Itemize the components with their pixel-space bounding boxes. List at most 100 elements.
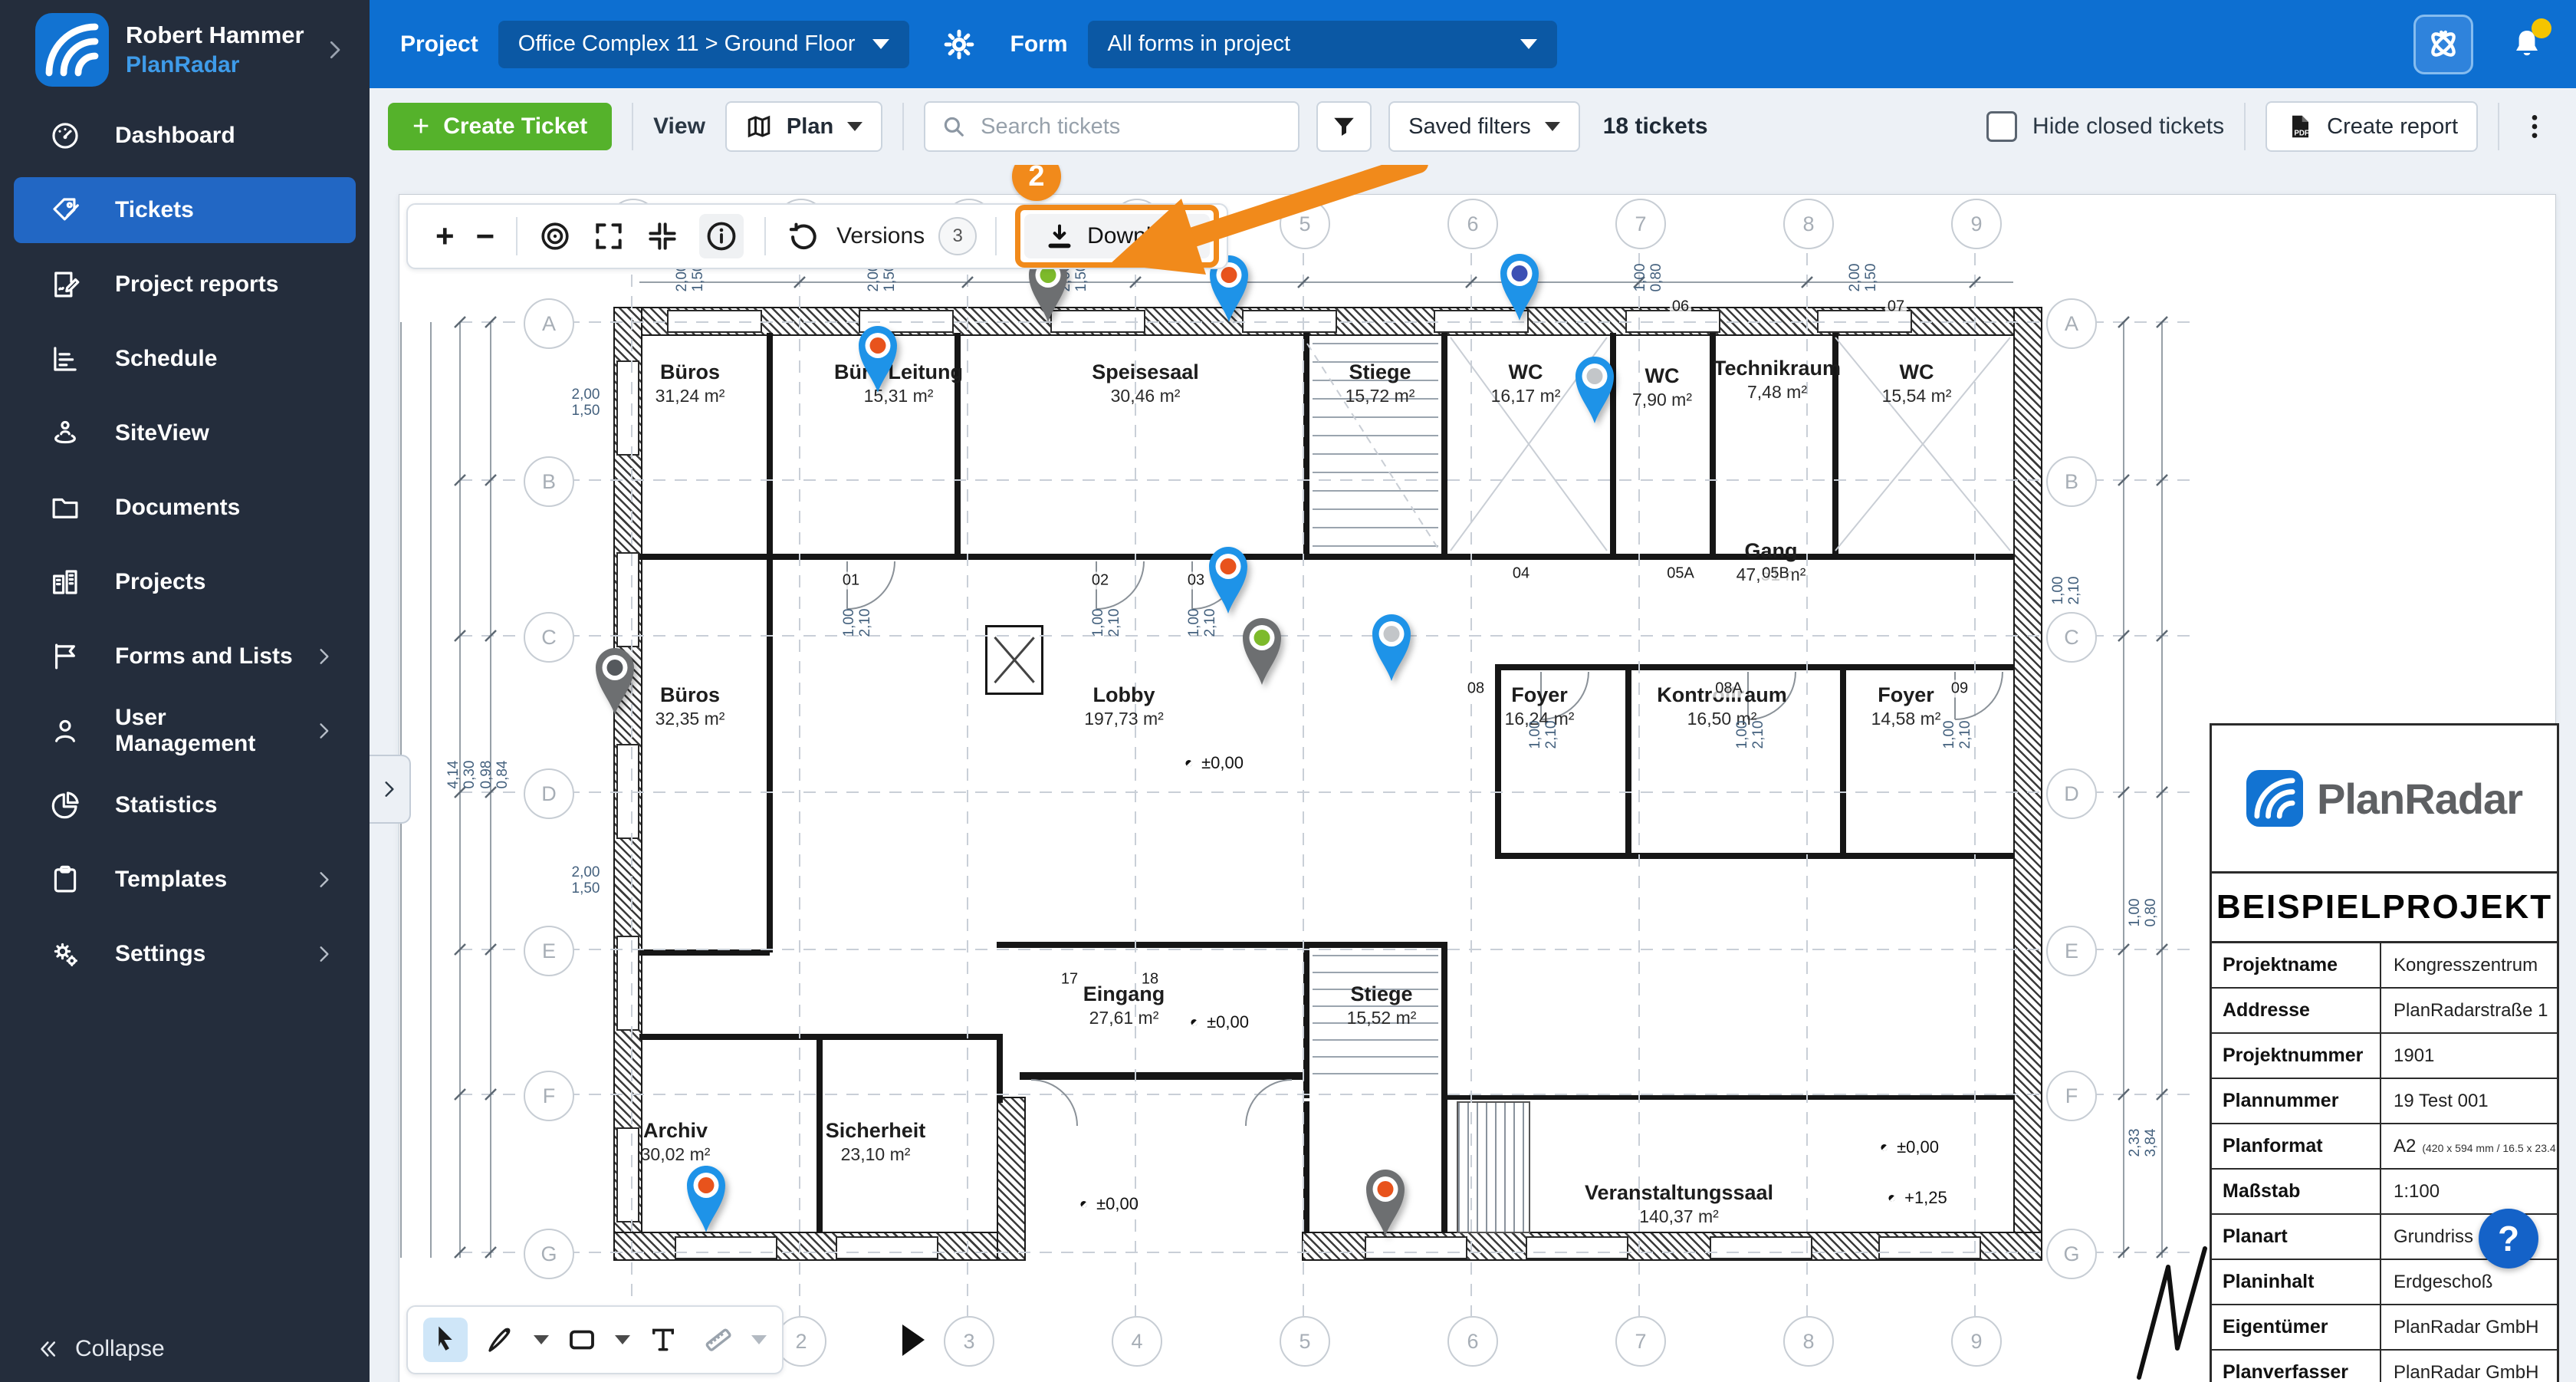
svg-text:PDF: PDF: [2295, 129, 2310, 137]
room-area: 31,24 m²: [655, 386, 725, 406]
sidebar-item-forms-and-lists[interactable]: Forms and Lists: [14, 624, 356, 689]
exterior-wall: [2013, 307, 2042, 1261]
hide-closed-checkbox[interactable]: [1986, 111, 2018, 142]
shape-tool-caret[interactable]: [615, 1335, 630, 1344]
versions-count-badge: 3: [938, 217, 978, 255]
shaft: [985, 625, 1043, 695]
grid-row-left: C: [524, 612, 574, 663]
visibility-icon[interactable]: [538, 219, 572, 253]
door-number: 06: [1669, 298, 1692, 316]
fullscreen-icon[interactable]: [592, 219, 626, 253]
grid-column-top: 8: [1783, 199, 1834, 249]
view-mode-dropdown[interactable]: Plan: [724, 101, 883, 152]
room-area: 7,48 m²: [1747, 382, 1807, 402]
sidebar-item-user-management[interactable]: User Management: [14, 698, 356, 764]
help-button[interactable]: ?: [2479, 1209, 2538, 1268]
collapse-button[interactable]: Collapse: [35, 1336, 165, 1362]
ticket-pin-blue-orange[interactable]: [1204, 542, 1253, 616]
pie-icon: [49, 789, 81, 821]
pen-tool-caret[interactable]: [534, 1335, 549, 1344]
measure-tool-button[interactable]: [696, 1318, 741, 1362]
filter-button[interactable]: [1316, 101, 1372, 152]
titleblock-logo: PlanRadar: [2212, 726, 2557, 871]
level-value: ±0,00: [1897, 1137, 1939, 1157]
download-button[interactable]: Download: [1024, 214, 1210, 258]
chevron-right-icon: [311, 867, 336, 892]
create-ticket-button[interactable]: + Create Ticket: [388, 103, 613, 150]
versions-label[interactable]: Versions: [836, 223, 925, 249]
interior-wall: [767, 333, 773, 557]
level-value: ±0,00: [1207, 1012, 1249, 1032]
sidebar-item-dashboard[interactable]: Dashboard: [14, 103, 356, 169]
interior-wall: [816, 1038, 823, 1233]
notifications-button[interactable]: [2509, 18, 2551, 64]
search-box: [924, 101, 1300, 152]
plan-canvas[interactable]: 112233445566778899AABBCCDDEEFFGGBüros31,…: [0, 0, 2576, 1382]
sidebar-item-statistics[interactable]: Statistics: [14, 772, 356, 838]
titleblock-field-value: Kongresszentrum: [2394, 954, 2538, 976]
interior-wall: [1495, 853, 2013, 859]
sidebar-item-siteview[interactable]: SiteView: [14, 400, 356, 466]
measure-tool-caret[interactable]: [751, 1335, 767, 1344]
zoom-in-button[interactable]: +: [425, 220, 465, 252]
versions-history-icon[interactable]: [787, 219, 820, 253]
ticket-pin-blue-silver[interactable]: [1367, 610, 1416, 683]
saved-filters-dropdown[interactable]: Saved filters: [1388, 101, 1580, 152]
pen-tool-button[interactable]: [478, 1318, 523, 1362]
dimension-label: 2,001,50: [571, 387, 600, 419]
select-tool-button[interactable]: [423, 1318, 468, 1362]
divider: [2498, 103, 2499, 150]
search-icon: [941, 114, 967, 140]
ticket-pin-gray-orange[interactable]: [1361, 1165, 1410, 1239]
project-selector-value: Office Complex 11 > Ground Floor: [518, 31, 856, 56]
dimension-label: 4,14 0,30: [445, 760, 478, 789]
expand-panel-tab[interactable]: [368, 755, 411, 824]
sidebar-item-schedule[interactable]: Schedule: [14, 326, 356, 392]
saved-filters-label: Saved filters: [1408, 114, 1531, 139]
sidebar-item-tickets[interactable]: Tickets: [14, 177, 356, 243]
window: [1526, 1236, 1628, 1259]
fit-to-screen-icon[interactable]: [646, 219, 679, 253]
caret-down-icon: [847, 122, 863, 131]
sidebar-item-label: Statistics: [115, 792, 218, 818]
project-settings-gear-icon[interactable]: [941, 27, 977, 62]
ticket-pin-blue-silver[interactable]: [1570, 352, 1619, 426]
marketplace-button[interactable]: [2413, 14, 2473, 74]
shape-tool-button[interactable]: [560, 1318, 604, 1362]
gears-icon: [49, 938, 81, 970]
user-menu[interactable]: Robert Hammer PlanRadar: [0, 0, 370, 100]
titleblock-field-value: Grundriss: [2394, 1226, 2474, 1247]
sidebar-item-projects[interactable]: Projects: [14, 549, 356, 615]
interior-wall: [1495, 664, 2013, 670]
titleblock-row: Addresse PlanRadarstraße 1: [2212, 989, 2557, 1034]
sidebar-item-project-reports[interactable]: Project reports: [14, 252, 356, 318]
sidebar-item-settings[interactable]: Settings: [14, 921, 356, 987]
marketplace-icon: [2423, 25, 2463, 64]
sidebar-item-documents[interactable]: Documents: [14, 475, 356, 541]
form-selector[interactable]: All forms in project: [1087, 20, 1557, 68]
window: [616, 936, 639, 1031]
interior-wall: [1495, 669, 1501, 854]
dimension-label: 1,00 2,10: [1941, 720, 1973, 749]
titleblock-field-value: 1901: [2394, 1045, 2435, 1066]
ticket-pin-gray-green[interactable]: [1237, 614, 1286, 687]
search-input[interactable]: [979, 113, 1283, 140]
zoom-out-button[interactable]: −: [465, 220, 506, 252]
sidebar-item-templates[interactable]: Templates: [14, 847, 356, 913]
ticket-pin-blue-orange[interactable]: [682, 1161, 731, 1235]
interior-wall: [1303, 333, 1309, 557]
titleblock-field-value: Erdgeschoß: [2394, 1271, 2493, 1292]
ticket-pin-blue-navy[interactable]: [1495, 249, 1544, 323]
plan-toolbar: + − Versions 3 Download: [406, 203, 1228, 269]
ticket-pin-blue-orange[interactable]: [853, 321, 902, 395]
more-options-button[interactable]: [2519, 111, 2550, 142]
ticket-pin-gray-charcoal[interactable]: [590, 643, 639, 717]
chevron-right-icon: [311, 942, 336, 966]
stage-hatch: [1457, 1101, 1530, 1233]
project-selector[interactable]: Office Complex 11 > Ground Floor: [498, 20, 909, 68]
create-report-button[interactable]: PDF Create report: [2266, 101, 2478, 152]
room-area: 140,37 m²: [1639, 1206, 1719, 1226]
info-icon[interactable]: [699, 214, 744, 258]
text-tool-button[interactable]: [641, 1318, 685, 1362]
room-area: 15,54 m²: [1881, 386, 1952, 406]
